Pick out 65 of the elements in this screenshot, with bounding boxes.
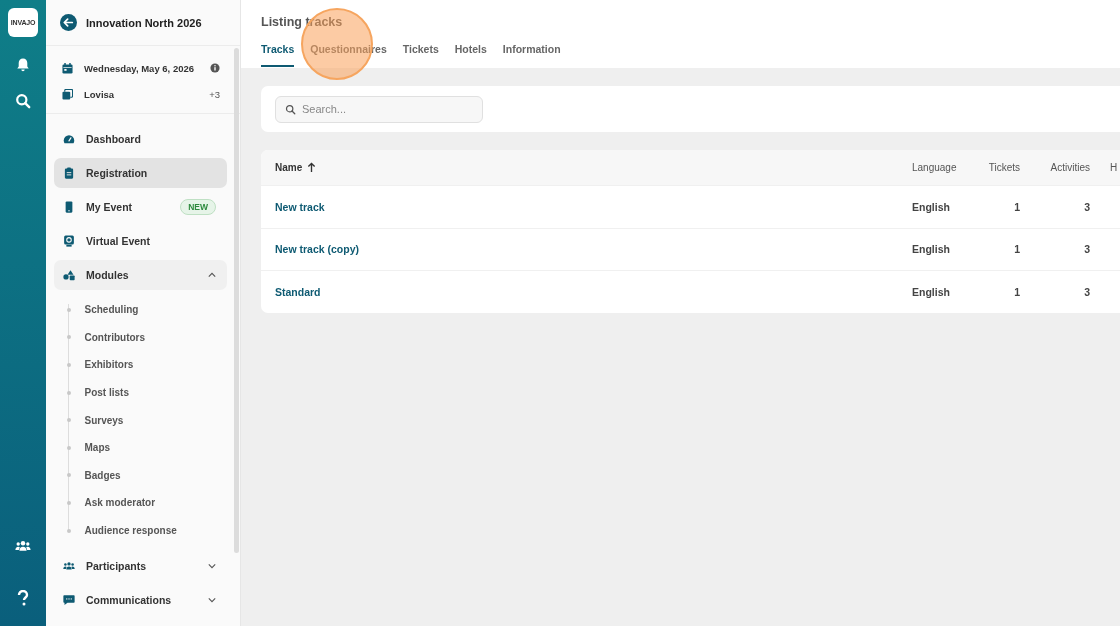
submenu-item[interactable]: Audience response: [68, 516, 227, 545]
tab[interactable]: Hotels: [454, 43, 487, 67]
nav-item[interactable]: Registration: [54, 158, 227, 188]
column-header[interactable]: Language: [912, 162, 975, 173]
track-link[interactable]: New track: [275, 200, 912, 213]
new-badge: NEW: [180, 199, 216, 215]
clipboard-icon: [63, 167, 75, 179]
search-icon: [285, 103, 296, 115]
table-cell-text: 1: [1013, 243, 1020, 256]
table-cell-text: 1: [1013, 285, 1020, 298]
submenu-item[interactable]: Exhibitors: [68, 351, 227, 379]
table-cell-text: 3: [1083, 243, 1090, 256]
nav-item[interactable]: Virtual Event: [54, 226, 227, 256]
submenu-item[interactable]: Maps: [68, 433, 227, 462]
phone-icon: [63, 201, 75, 213]
chevron-icon: [208, 563, 216, 570]
copy-icon: [62, 88, 73, 100]
table-cell-text: 3: [1083, 285, 1090, 298]
back-icon[interactable]: [60, 14, 77, 31]
column-header[interactable]: Activities: [1020, 162, 1090, 173]
column-header[interactable]: Name: [275, 162, 912, 173]
tab[interactable]: Tickets: [402, 43, 439, 67]
submenu-item[interactable]: Surveys: [68, 406, 227, 434]
submenu-item[interactable]: Ask moderator: [68, 489, 227, 517]
tab[interactable]: Information: [502, 43, 561, 67]
calendar-icon: [62, 62, 73, 74]
screen-icon: [63, 235, 75, 247]
nav-item[interactable]: Modules: [54, 260, 227, 290]
nav-item[interactable]: Dashboard: [54, 124, 227, 154]
submenu-item[interactable]: Post lists: [68, 378, 227, 407]
people-icon[interactable]: [63, 560, 75, 573]
venue-name: Lovisa: [84, 88, 116, 100]
chevron-icon: [208, 272, 216, 278]
table-cell-text: English: [912, 285, 951, 298]
column-header[interactable]: H: [1090, 162, 1120, 173]
scrollbar[interactable]: [234, 48, 239, 553]
bell-icon[interactable]: [15, 57, 31, 73]
venue-count: +3: [209, 88, 220, 100]
track-link[interactable]: New track (copy): [275, 243, 912, 256]
column-header[interactable]: Tickets: [975, 162, 1020, 173]
table-cell-text: English: [912, 243, 951, 256]
event-title: Innovation North 2026: [86, 16, 202, 29]
sort-arrow-icon: [307, 162, 317, 173]
submenu-item[interactable]: Scheduling: [68, 296, 227, 324]
nav-item[interactable]: My Event NEW: [54, 192, 227, 222]
people-icon[interactable]: [15, 538, 31, 554]
page-title: Listing tracks: [261, 14, 344, 31]
track-link[interactable]: Standard: [275, 285, 912, 298]
gauge-icon: [63, 133, 75, 145]
chevron-icon: [208, 597, 216, 604]
search-icon[interactable]: [15, 93, 31, 109]
table-cell-text: English: [912, 200, 951, 213]
shapes-icon: [63, 269, 75, 281]
submenu-item[interactable]: Contributors: [68, 323, 227, 352]
info-icon[interactable]: [210, 63, 220, 73]
table-cell-text: 1: [1013, 200, 1020, 213]
event-date: Wednesday, May 6, 2026: [84, 62, 195, 74]
tab[interactable]: Tracks: [261, 43, 295, 67]
submenu-item[interactable]: Badges: [68, 461, 227, 490]
search-field[interactable]: Search...: [275, 95, 483, 123]
chat-icon: [63, 594, 75, 607]
help-icon[interactable]: [15, 590, 31, 606]
nav-item[interactable]: Participants: [54, 551, 227, 582]
table-cell-text: 3: [1083, 200, 1090, 213]
nav-item[interactable]: Communications: [54, 585, 227, 616]
